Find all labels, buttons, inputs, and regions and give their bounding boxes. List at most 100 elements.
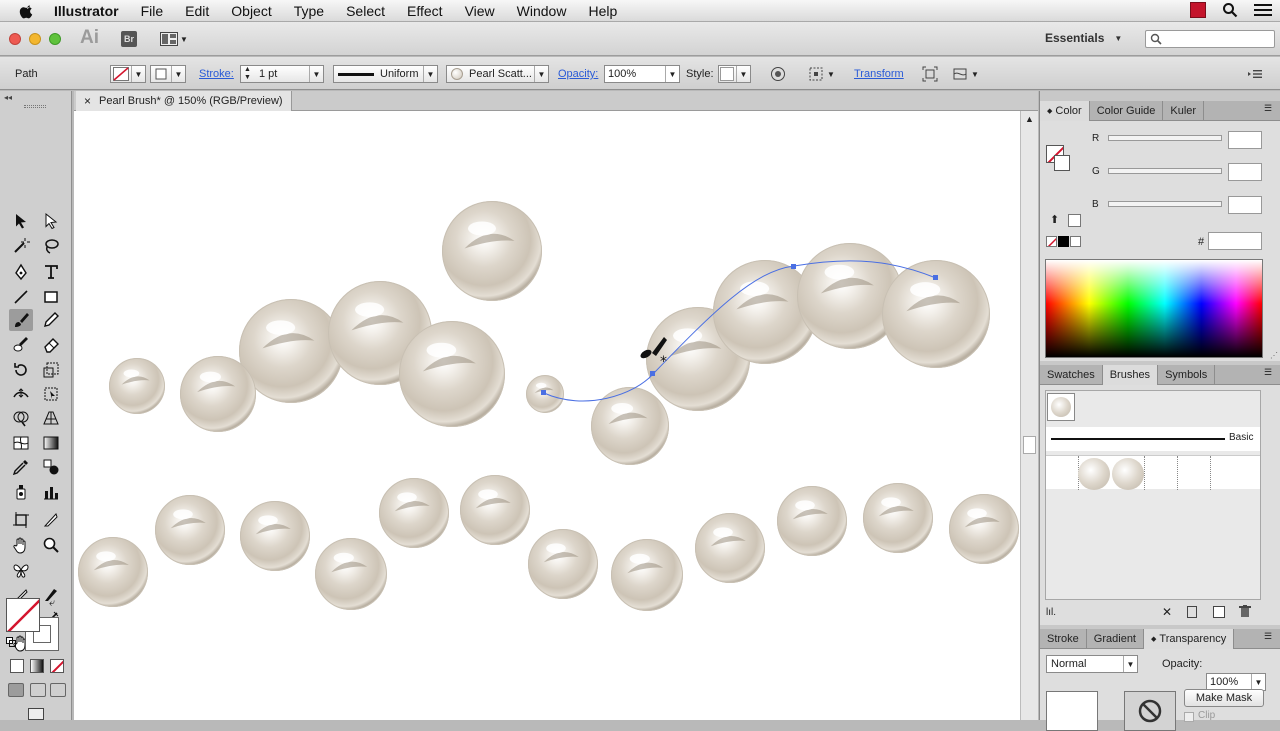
- zoom-window-button[interactable]: [49, 33, 61, 45]
- menu-help[interactable]: Help: [588, 3, 617, 19]
- stroke-panel-link[interactable]: Stroke:: [199, 64, 234, 84]
- fill-swatch[interactable]: [6, 598, 40, 632]
- artboard-canvas[interactable]: *: [74, 111, 1020, 720]
- collapse-toolbar-icon[interactable]: ◂◂: [4, 93, 12, 102]
- channel-r-input[interactable]: [1228, 131, 1262, 149]
- draw-inside-button[interactable]: [50, 683, 66, 697]
- brush-dropdown[interactable]: Pearl Scatt... ▼: [446, 65, 549, 83]
- artboard-tool[interactable]: [9, 509, 33, 531]
- style-control[interactable]: ▼: [718, 64, 751, 84]
- free-transform-tool[interactable]: [39, 383, 63, 405]
- clip-checkbox[interactable]: [1184, 712, 1194, 722]
- draw-behind-button[interactable]: [30, 683, 46, 697]
- menu-window[interactable]: Window: [517, 3, 567, 19]
- tab-symbols[interactable]: Symbols: [1158, 365, 1216, 385]
- status-color-icon[interactable]: [1190, 2, 1206, 18]
- remove-brush-stroke-button[interactable]: ✕: [1162, 605, 1172, 619]
- brush-libraries-menu-button[interactable]: lıl.: [1046, 607, 1056, 618]
- tab-brushes[interactable]: Brushes: [1102, 365, 1159, 385]
- selection-tool[interactable]: [9, 210, 33, 232]
- brush-options-button[interactable]: [1187, 606, 1197, 618]
- tab-stroke[interactable]: Stroke: [1040, 629, 1087, 649]
- width-tool[interactable]: [9, 383, 33, 405]
- tab-transparency[interactable]: ◆ Transparency: [1144, 629, 1235, 649]
- transform-panel-link[interactable]: Transform: [854, 64, 904, 84]
- type-tool[interactable]: [39, 261, 63, 283]
- channel-g-slider[interactable]: [1108, 168, 1222, 174]
- magic-wand-tool[interactable]: [9, 235, 33, 257]
- eraser-tool[interactable]: [39, 333, 63, 355]
- color-panel-menu-icon[interactable]: ☰: [1264, 103, 1272, 114]
- stroke-weight-input[interactable]: ▲ ▼ 1 pt ▼: [240, 65, 324, 83]
- apple-icon[interactable]: [18, 3, 36, 19]
- bridge-button[interactable]: Br: [121, 31, 137, 47]
- gradient-mode-button[interactable]: [30, 659, 44, 673]
- list-menu-icon[interactable]: [1254, 3, 1272, 17]
- opacity-panel-link[interactable]: Opacity:: [558, 64, 598, 84]
- quick-none-swatch[interactable]: [1046, 236, 1057, 247]
- tab-gradient[interactable]: Gradient: [1087, 629, 1144, 649]
- menu-edit[interactable]: Edit: [185, 3, 209, 19]
- paintbrush-tool[interactable]: [9, 309, 33, 331]
- channel-g-input[interactable]: [1228, 163, 1262, 181]
- stroke-stepper-icon[interactable]: ▲ ▼: [244, 66, 251, 82]
- eyedropper-tool[interactable]: [9, 456, 33, 478]
- line-segment-tool[interactable]: [9, 286, 33, 308]
- menu-file[interactable]: File: [141, 3, 164, 19]
- hex-input[interactable]: [1208, 232, 1262, 250]
- rotate-tool[interactable]: [9, 359, 33, 381]
- perspective-grid-tool[interactable]: [39, 407, 63, 429]
- symbol-sprayer-tool[interactable]: [9, 481, 33, 503]
- scroll-thumb[interactable]: [1023, 436, 1036, 454]
- arrange-documents-button[interactable]: ▼: [160, 30, 188, 48]
- profile-dropdown[interactable]: Uniform ▼: [333, 65, 438, 83]
- anchor-point[interactable]: [933, 275, 938, 280]
- mask-thumbnail[interactable]: [1124, 691, 1176, 731]
- out-of-gamut-icon[interactable]: ⬆: [1050, 213, 1059, 226]
- channel-b-input[interactable]: [1228, 196, 1262, 214]
- menu-select[interactable]: Select: [346, 3, 385, 19]
- rectangle-tool[interactable]: [39, 286, 63, 308]
- close-icon[interactable]: ×: [84, 94, 91, 108]
- column-graph-tool[interactable]: [39, 481, 63, 503]
- fill-swatch-dropdown[interactable]: ▼: [110, 65, 146, 83]
- recolor-artwork-button[interactable]: [770, 64, 786, 84]
- swap-fill-stroke-icon[interactable]: ⤶: [49, 597, 55, 610]
- menu-object[interactable]: Object: [231, 3, 271, 19]
- toolbar-grip[interactable]: [24, 105, 46, 108]
- opacity-control[interactable]: 100% ▼: [604, 64, 680, 84]
- quick-black-swatch[interactable]: [1058, 236, 1069, 247]
- blend-mode-dropdown[interactable]: Normal ▼: [1046, 655, 1138, 673]
- scroll-up-arrow[interactable]: ▲: [1025, 114, 1034, 124]
- tab-kuler[interactable]: Kuler: [1163, 101, 1205, 121]
- stroke-control[interactable]: ▼: [150, 64, 186, 84]
- pen-tool[interactable]: [9, 261, 33, 283]
- scale-tool[interactable]: [39, 359, 63, 381]
- fill-control[interactable]: ▼: [110, 64, 146, 84]
- tab-swatches[interactable]: Swatches: [1040, 365, 1103, 385]
- shape-builder-tool[interactable]: [9, 407, 33, 429]
- none-mode-button[interactable]: [50, 659, 64, 673]
- blend-tool[interactable]: [39, 456, 63, 478]
- variable-width-profile[interactable]: Uniform ▼: [333, 64, 438, 84]
- object-thumbnail[interactable]: [1046, 691, 1098, 731]
- mesh-tool[interactable]: [9, 432, 33, 454]
- brushes-panel-menu-icon[interactable]: ☰: [1264, 367, 1272, 378]
- anchor-point[interactable]: [650, 371, 655, 376]
- gamut-swatch[interactable]: [1068, 214, 1081, 227]
- stroke-color-box[interactable]: [1054, 155, 1070, 171]
- pearl-artwork[interactable]: *: [74, 111, 1020, 720]
- make-mask-button[interactable]: Make Mask: [1184, 689, 1264, 707]
- align-to-selection-button[interactable]: ▼: [808, 64, 835, 84]
- panel-resize-grip[interactable]: ⋰: [1270, 351, 1278, 360]
- screen-mode-button[interactable]: [28, 708, 44, 720]
- color-spectrum[interactable]: [1045, 259, 1263, 358]
- anchor-point[interactable]: [791, 264, 796, 269]
- document-tab[interactable]: × Pearl Brush* @ 150% (RGB/Preview): [76, 91, 292, 111]
- pearl-scatter-brush-row[interactable]: [1046, 455, 1260, 490]
- quick-white-swatch[interactable]: [1070, 236, 1081, 247]
- minimize-window-button[interactable]: [29, 33, 41, 45]
- help-search-input[interactable]: [1145, 30, 1275, 48]
- opacity-input[interactable]: 100% ▼: [604, 65, 680, 83]
- stroke-swatch-dropdown[interactable]: ▼: [150, 65, 186, 83]
